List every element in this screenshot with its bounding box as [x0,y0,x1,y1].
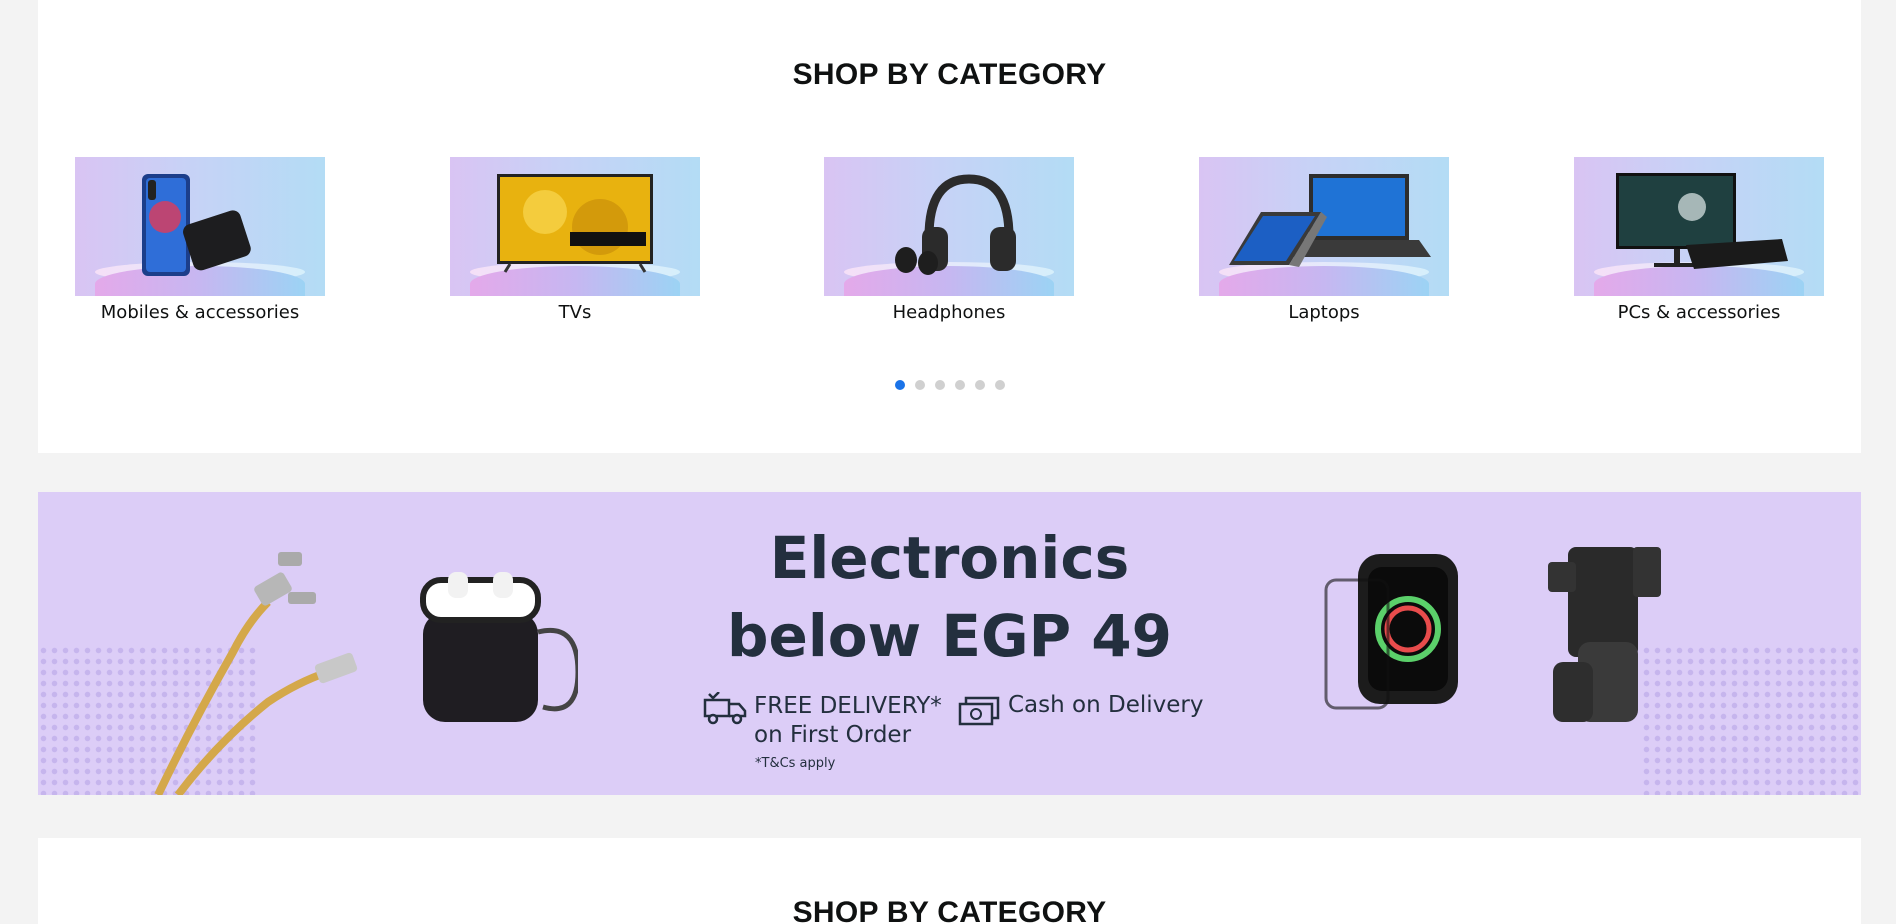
cash-icon [958,696,1000,726]
category-image-mobiles[interactable] [75,157,325,296]
carousel-dot[interactable] [974,380,985,390]
delivery-truck-icon [703,692,747,725]
category-label[interactable]: TVs [450,302,700,323]
category-image-pcs[interactable] [1574,157,1824,296]
category-label[interactable]: Headphones [824,302,1074,323]
car-phone-holder-icon [1548,547,1661,722]
tv-icon [497,174,653,273]
laptop-icon [1229,174,1431,267]
category-image-headphones[interactable] [824,157,1074,296]
category-label[interactable]: Mobiles & accessories [75,302,325,323]
category-card-pcs[interactable]: PCs & accessories [1574,157,1824,323]
section-title: SHOP BY CATEGORY [792,58,1107,91]
free-delivery-perk: FREE DELIVERY* on First Order [754,692,942,750]
smartwatch-icon [1324,554,1458,710]
category-card-tvs[interactable]: TVs [450,157,700,323]
section-title: SHOP BY CATEGORY [792,896,1107,924]
cash-on-delivery-perk: Cash on Delivery [1008,692,1204,718]
carousel-dot[interactable] [994,380,1005,390]
shop-by-category-section: SHOP BY CATEGORY Mobiles & accessories T… [38,0,1861,453]
category-image-tvs[interactable] [450,157,700,296]
headphones-icon [895,174,1016,275]
free-delivery-line2: on First Order [754,722,912,748]
monitor-and-keyboard-icon [1616,173,1788,269]
carousel-dot[interactable] [914,380,925,390]
category-image-laptops[interactable] [1199,157,1449,296]
category-label[interactable]: PCs & accessories [1574,302,1824,323]
carousel-dot[interactable] [934,380,945,390]
phone-and-powerbank-icon [142,174,251,276]
carousel-dot[interactable] [894,380,905,390]
shop-by-category-section-2: SHOP BY CATEGORY [38,838,1861,924]
terms-note: *T&Cs apply [755,756,836,771]
category-card-laptops[interactable]: Laptops [1199,157,1449,323]
category-label[interactable]: Laptops [1199,302,1449,323]
category-card-mobiles[interactable]: Mobiles & accessories [75,157,325,323]
electronics-promo-banner[interactable]: Electronics below EGP 49 FREE DELIVERY* … [38,492,1861,795]
carousel-dot[interactable] [954,380,965,390]
free-delivery-line1: FREE DELIVERY* [754,693,942,719]
carousel-pagination [38,380,1861,390]
category-card-headphones[interactable]: Headphones [824,157,1074,323]
